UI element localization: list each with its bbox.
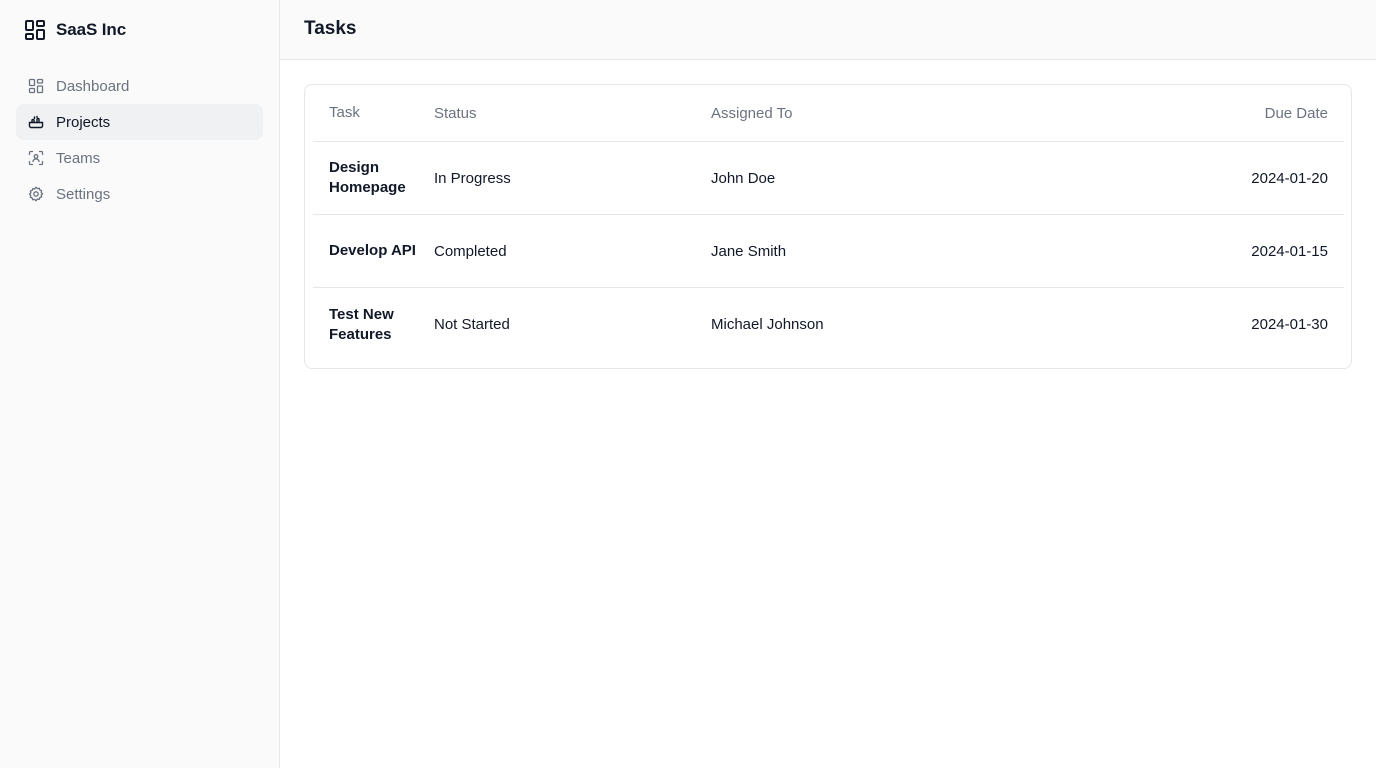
sidebar-item-dashboard[interactable]: Dashboard (16, 68, 263, 104)
teams-icon (28, 150, 44, 166)
table-header-row: Task Status Assigned To Due Date (313, 85, 1344, 142)
task-assignee: Michael Johnson (711, 316, 824, 333)
task-assignee: Jane Smith (711, 242, 787, 260)
page-title: Tasks (304, 18, 357, 39)
tasks-table: Task Status Assigned To Due Date Design … (304, 84, 1352, 369)
sidebar-item-settings[interactable]: Settings (16, 176, 263, 212)
sidebar-item-label: Projects (56, 113, 111, 131)
table-row[interactable]: Test New Features Not Started Michael Jo… (313, 288, 1344, 361)
task-status: Not Started (434, 316, 510, 333)
sidebar-item-projects[interactable]: Projects (16, 104, 263, 140)
task-status: In Progress (434, 169, 511, 187)
column-header-due-date[interactable]: Due Date (1128, 85, 1328, 141)
task-name: Test New Features (329, 305, 394, 343)
column-header-status[interactable]: Status (434, 85, 704, 141)
projects-icon (28, 115, 44, 129)
task-due-date: 2024-01-30 (1251, 316, 1328, 333)
table-row[interactable]: Develop API Completed Jane Smith 2024-01… (313, 215, 1344, 288)
column-header-assigned-to[interactable]: Assigned To (711, 85, 1111, 141)
task-assignee: John Doe (711, 169, 776, 187)
task-name: Design Homepage (329, 159, 406, 196)
sidebar: SaaS Inc Dashboard Projects Teams Settin… (0, 0, 280, 768)
task-due-date: 2024-01-20 (1251, 169, 1328, 187)
sidebar-item-teams[interactable]: Teams (16, 140, 263, 176)
sidebar-item-label: Teams (56, 149, 101, 167)
page-header: Tasks (280, 0, 1376, 60)
table-row[interactable]: Design Homepage In Progress John Doe 202… (313, 142, 1344, 215)
brand[interactable]: SaaS Inc (24, 19, 126, 41)
app-grid-icon (25, 20, 45, 40)
brand-name: SaaS Inc (56, 20, 127, 39)
task-name: Develop API (329, 242, 416, 259)
column-header-task[interactable]: Task (329, 85, 425, 141)
sidebar-item-label: Dashboard (56, 77, 130, 95)
task-status: Completed (434, 242, 507, 260)
task-due-date: 2024-01-15 (1251, 242, 1328, 260)
sidebar-item-label: Settings (56, 185, 111, 203)
dashboard-grid-icon (28, 78, 44, 94)
gear-icon (28, 186, 44, 202)
sidebar-nav: Dashboard Projects Teams Settings (16, 68, 263, 212)
